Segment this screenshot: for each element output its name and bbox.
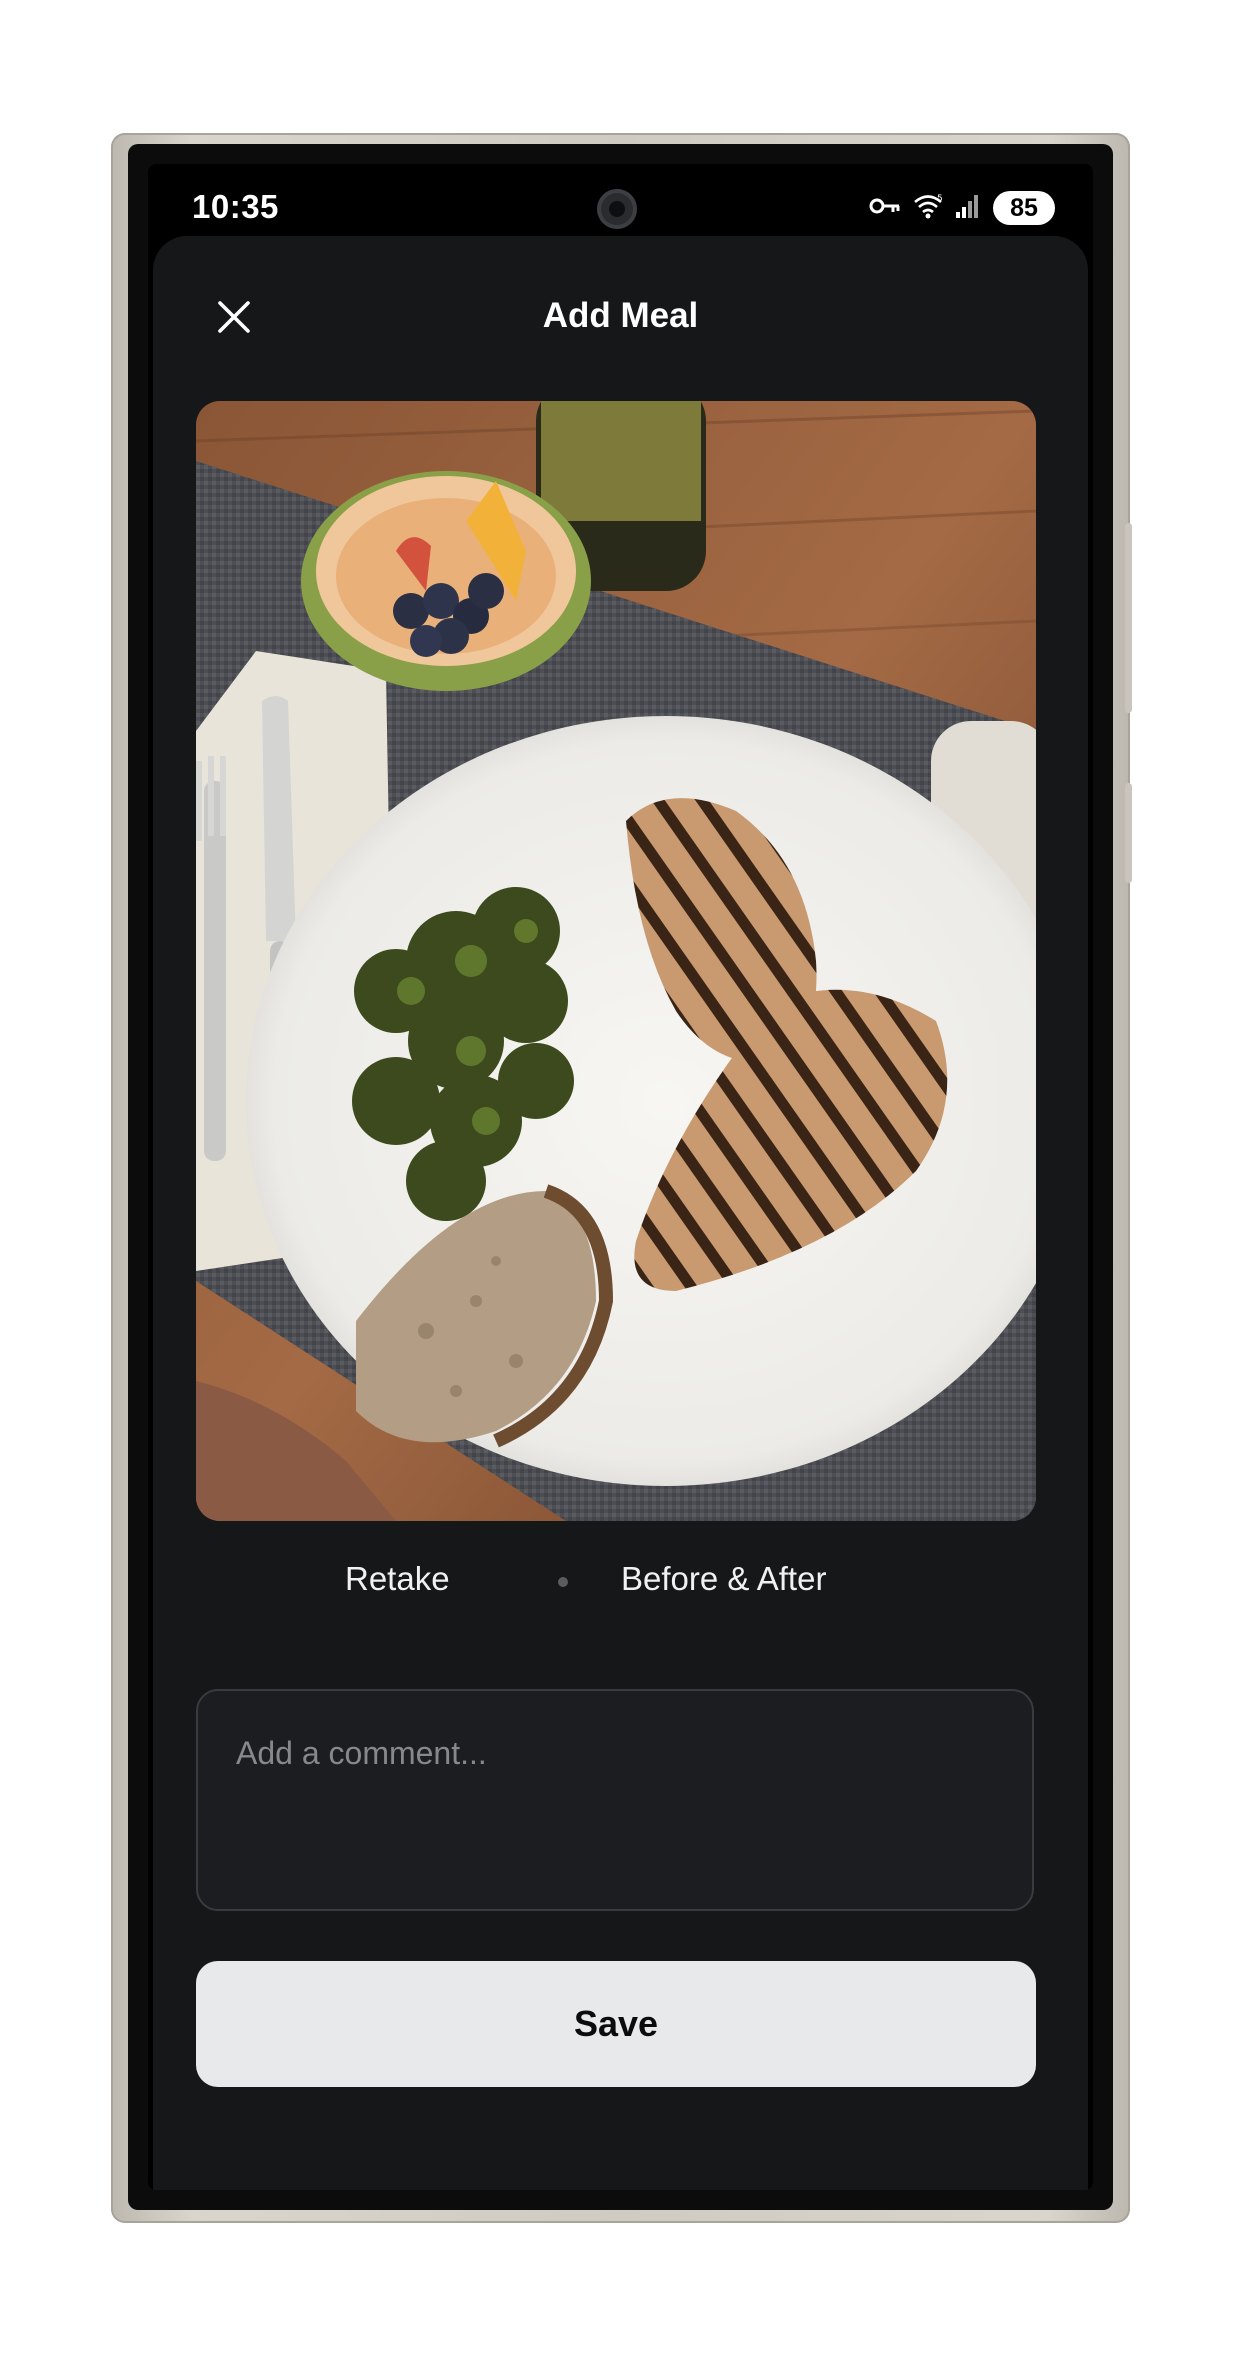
status-time: 10:35: [192, 188, 279, 225]
volume-button: [1125, 523, 1132, 713]
signal-icon: [955, 193, 981, 224]
front-camera: [597, 189, 637, 229]
before-after-button[interactable]: Before & After: [621, 1560, 826, 1598]
status-bar: 10:35 5 85: [148, 164, 1093, 240]
retake-button[interactable]: Retake: [345, 1560, 450, 1598]
comment-input[interactable]: [234, 1733, 998, 1877]
photo-actions: Retake Before & After: [153, 1560, 1088, 1608]
add-meal-sheet: Add Meal Retake Before & After Add a com…: [153, 236, 1088, 2190]
phone-screen: 10:35 5 85 Add Meal Retake Before & Afte…: [148, 164, 1093, 2190]
svg-text:5: 5: [937, 194, 943, 204]
comment-field[interactable]: [196, 1689, 1034, 1911]
power-button: [1125, 783, 1132, 883]
battery-indicator: 85: [993, 191, 1055, 225]
wifi-icon: 5: [913, 193, 943, 224]
vpn-key-icon: [869, 196, 901, 221]
status-icons: 5 85: [869, 190, 1055, 226]
meal-photo: [196, 401, 1036, 1521]
save-button[interactable]: Save: [196, 1961, 1036, 2087]
separator-dot: [558, 1577, 568, 1587]
page-title: Add Meal: [542, 296, 699, 335]
